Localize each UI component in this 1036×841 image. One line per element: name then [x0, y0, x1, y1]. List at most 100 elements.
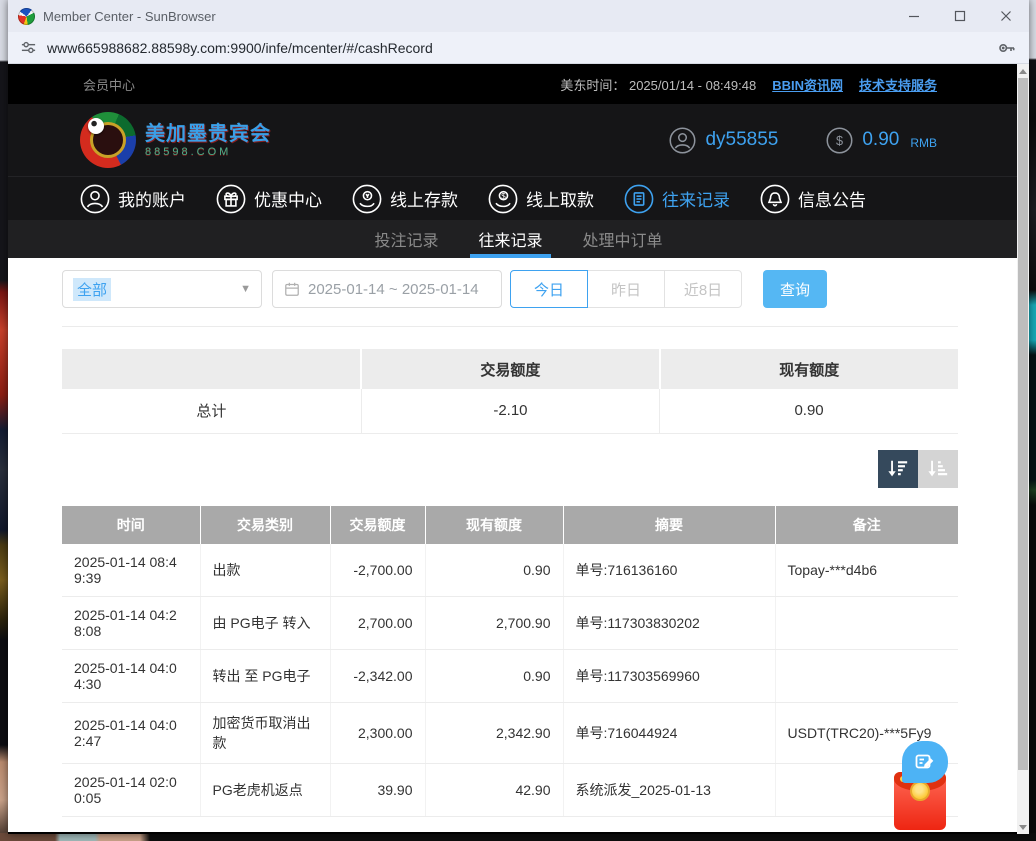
- tab-label: 处理中订单: [583, 227, 663, 251]
- logo-swirl-icon: [80, 112, 136, 168]
- password-key-icon[interactable]: [997, 38, 1017, 58]
- records-row: 2025-01-14 08:49:39出款-2,700.000.90单号:716…: [62, 544, 958, 597]
- records-row: 2025-01-14 04:28:08由 PG电子 转入2,700.002,70…: [62, 596, 958, 649]
- cell-category: 由 PG电子 转入: [200, 596, 330, 649]
- maximize-button[interactable]: [937, 0, 983, 32]
- quick-button-yesterday[interactable]: 昨日: [587, 270, 665, 308]
- cell-summary: 系统派发_2025-01-13: [563, 763, 775, 816]
- site-logo[interactable]: 美加墨贵宾会 88598.COM: [80, 112, 271, 168]
- minimize-button[interactable]: [891, 0, 937, 32]
- tab-cash-records[interactable]: 往来记录: [476, 220, 544, 258]
- cell-time: 2025-01-14 08:49:39: [62, 544, 200, 597]
- records-header-cell: 摘要: [563, 506, 775, 544]
- window-title: Member Center - SunBrowser: [43, 9, 216, 24]
- cell-amount: 2,300.00: [330, 702, 425, 763]
- tab-pending-orders[interactable]: 处理中订单: [581, 220, 665, 258]
- cell-category: 转出 至 PG电子: [200, 649, 330, 702]
- cell-amount: -2,342.00: [330, 649, 425, 702]
- user-icon: [80, 184, 110, 214]
- sort-ascending-button[interactable]: [918, 450, 958, 488]
- svg-text:$: $: [836, 134, 843, 148]
- gold-coin-icon: [910, 781, 930, 801]
- link-bbin-news[interactable]: BBIN资讯网: [772, 75, 843, 94]
- date-range-input[interactable]: 2025-01-14 ~ 2025-01-14: [272, 270, 502, 308]
- dollar-coin-icon: $: [826, 127, 853, 154]
- tab-label: 投注记录: [374, 227, 438, 251]
- records-header-cell: 备注: [775, 506, 958, 544]
- sort-descending-icon: [887, 458, 909, 480]
- cell-balance: 2,342.90: [425, 702, 563, 763]
- cell-amount: 39.90: [330, 763, 425, 816]
- nav-item-transaction-records[interactable]: 往来记录: [624, 184, 730, 214]
- query-button[interactable]: 查询: [763, 270, 827, 308]
- nav-item-online-deposit[interactable]: 线上存款: [352, 184, 458, 214]
- summary-header-balance: 现有额度: [660, 349, 958, 389]
- nav-label: 线上存款: [390, 186, 458, 211]
- summary-row: 总计 -2.10 0.90: [62, 389, 958, 433]
- user-menu[interactable]: dy55855: [669, 127, 778, 154]
- records-header-row: 时间交易类别交易额度现有额度摘要备注: [62, 506, 958, 544]
- nav-label: 我的账户: [118, 186, 186, 211]
- edit-note-icon: [913, 750, 937, 774]
- nav-item-promotions[interactable]: 优惠中心: [216, 184, 322, 214]
- logo-title: 美加墨贵宾会: [145, 123, 271, 146]
- summary-row-label: 总计: [62, 389, 361, 433]
- svg-text:$: $: [501, 191, 506, 200]
- cell-amount: 2,700.00: [330, 596, 425, 649]
- url-input[interactable]: www665988682.88598y.com:9900/infe/mcente…: [47, 40, 987, 56]
- records-header-cell: 时间: [62, 506, 200, 544]
- records-panel: 全部 ▼ 2025-01-14 ~ 2025-01-14 今日 昨日 近: [8, 258, 1029, 832]
- cell-balance: 0.90: [425, 649, 563, 702]
- records-row: 2025-01-14 02:00:05PG老虎机返点39.9042.90系统派发…: [62, 763, 958, 816]
- minimize-icon: [908, 10, 920, 22]
- sort-descending-button[interactable]: [878, 450, 918, 488]
- cell-summary: 单号:716044924: [563, 702, 775, 763]
- logo-domain: 88598.COM: [145, 146, 271, 158]
- customer-service-button[interactable]: [902, 741, 948, 783]
- nav-item-announcements[interactable]: 信息公告: [760, 184, 866, 214]
- sunbrowser-favicon-icon: [18, 8, 35, 25]
- cell-time: 2025-01-14 04:02:47: [62, 702, 200, 763]
- nav-label: 信息公告: [798, 186, 866, 211]
- records-header-cell: 现有额度: [425, 506, 563, 544]
- page-scrollbar: [1017, 64, 1029, 834]
- site-settings-icon[interactable]: [20, 39, 37, 56]
- cell-category: 加密货币取消出款: [200, 702, 330, 763]
- records-row: 2025-01-14 04:04:30转出 至 PG电子-2,342.000.9…: [62, 649, 958, 702]
- cell-summary: 单号:117303830202: [563, 596, 775, 649]
- close-icon: [1000, 10, 1012, 22]
- cell-balance: 2,700.90: [425, 596, 563, 649]
- summary-table: 交易额度 现有额度 总计 -2.10 0.90: [62, 349, 958, 434]
- cell-note: Topay-***d4b6: [775, 544, 958, 597]
- records-row: 2025-01-14 04:02:47加密货币取消出款2,300.002,342…: [62, 702, 958, 763]
- quick-button-today[interactable]: 今日: [510, 270, 588, 308]
- link-tech-support[interactable]: 技术支持服务: [859, 75, 937, 94]
- nav-item-my-account[interactable]: 我的账户: [80, 184, 186, 214]
- date-range-value: 2025-01-14 ~ 2025-01-14: [308, 281, 479, 298]
- nav-label: 优惠中心: [254, 186, 322, 211]
- scrollbar-thumb[interactable]: [1018, 78, 1028, 770]
- gift-icon: [216, 184, 246, 214]
- account-area: dy55855 $ 0.90 RMB: [669, 127, 937, 154]
- cell-summary: 单号:117303569960: [563, 649, 775, 702]
- cell-note: [775, 596, 958, 649]
- sort-controls: [62, 450, 958, 488]
- cell-summary: 单号:716136160: [563, 544, 775, 597]
- scroll-up-arrow[interactable]: [1017, 64, 1029, 78]
- scroll-down-arrow[interactable]: [1017, 820, 1029, 834]
- nav-item-online-withdraw[interactable]: $ 线上取款: [488, 184, 594, 214]
- logo-text: 美加墨贵宾会 88598.COM: [145, 123, 271, 158]
- records-icon: [624, 184, 654, 214]
- type-select[interactable]: 全部 ▼: [62, 270, 262, 308]
- quick-button-last8days[interactable]: 近8日: [664, 270, 742, 308]
- url-bar: www665988682.88598y.com:9900/infe/mcente…: [8, 32, 1029, 64]
- type-select-value: 全部: [73, 278, 111, 301]
- summary-corner-cell: [62, 349, 361, 389]
- tab-bet-records[interactable]: 投注记录: [372, 220, 440, 258]
- calendar-icon: [284, 281, 300, 297]
- background-window-bottom-sliver: [0, 833, 1036, 841]
- nav-label: 线上取款: [526, 186, 594, 211]
- main-nav: 我的账户 优惠中心: [8, 176, 1029, 220]
- eastern-time-label: 美东时间： 2025/01/14 - 08:49:48: [560, 75, 756, 94]
- close-button[interactable]: [983, 0, 1029, 32]
